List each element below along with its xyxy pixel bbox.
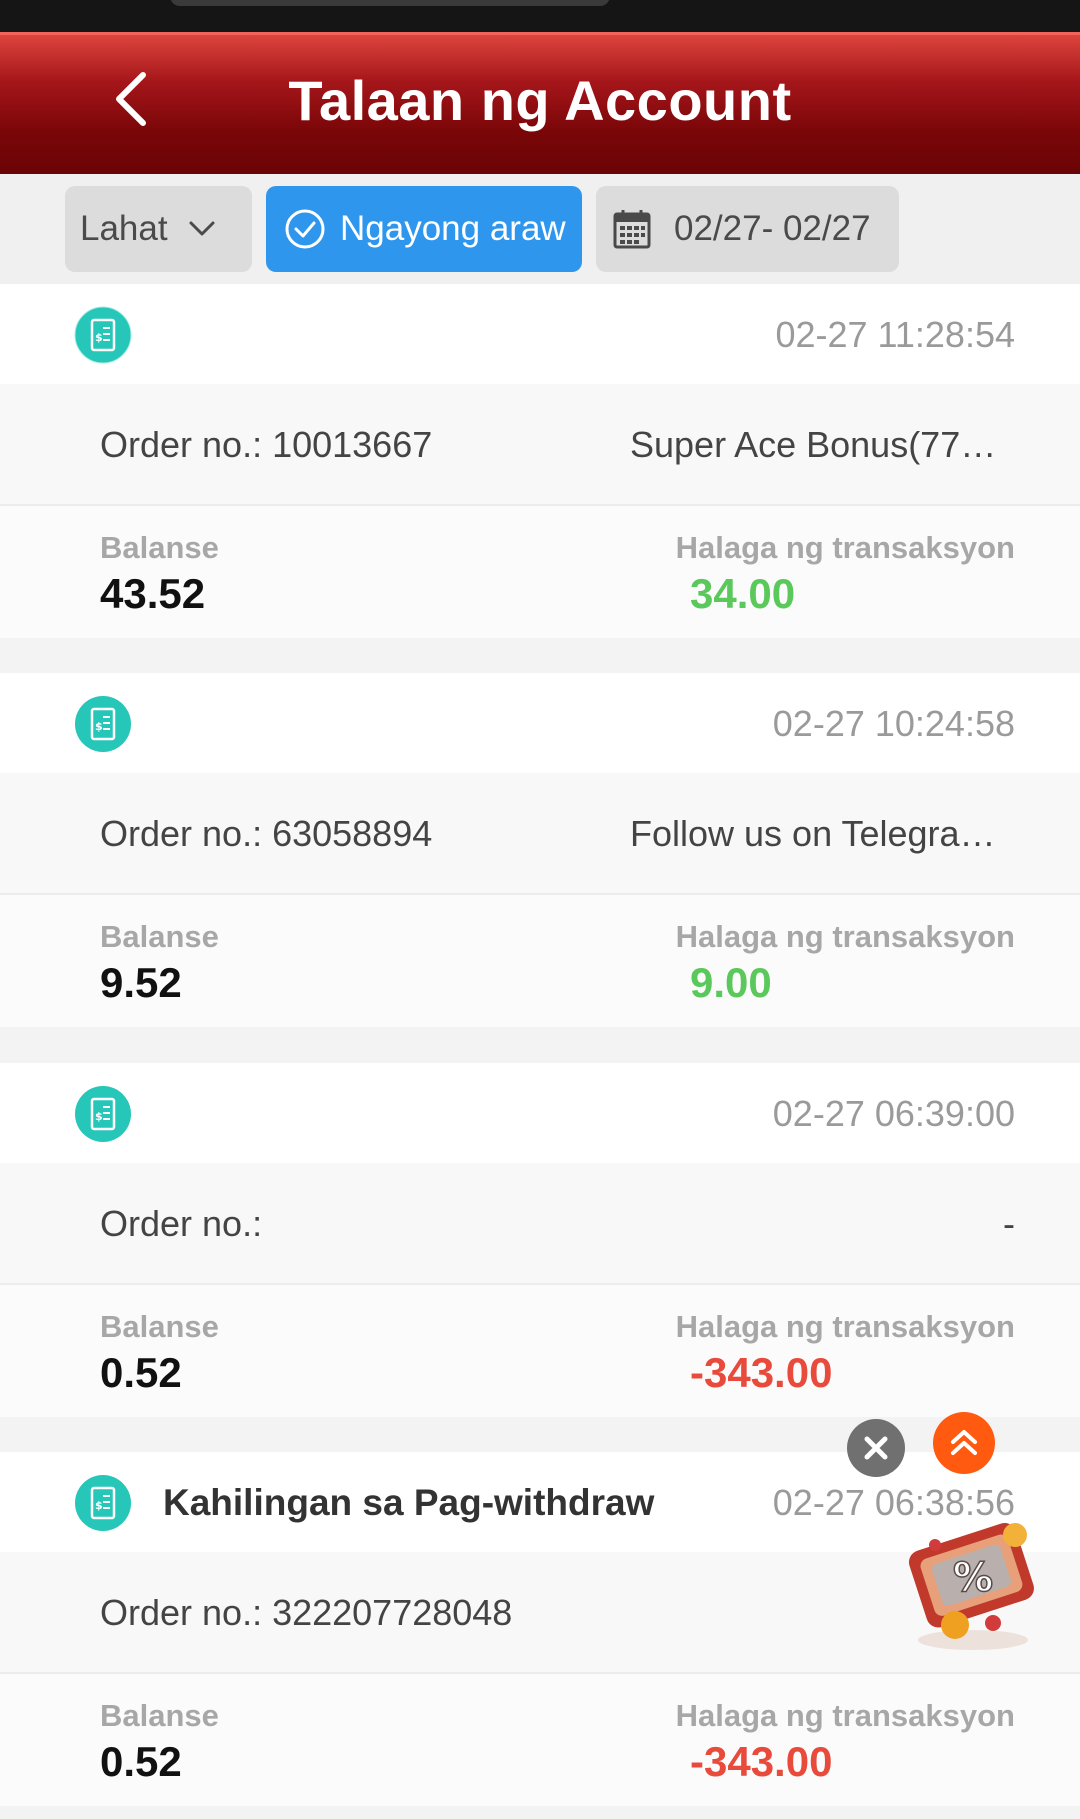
date-range-picker[interactable]: 02/27- 02/27 [596,186,899,272]
close-promo-button[interactable] [847,1419,905,1477]
app-header: Talaan ng Account [0,32,1080,174]
amount-value: 34.00 [690,570,796,617]
record-card[interactable]: $ 02-27 11:28:54 Order no.: 10013667 Sup… [0,284,1080,638]
record-header: $ 02-27 10:24:58 [0,673,1080,773]
record-card[interactable]: $ 02-27 06:39:00 Order no.: - Balanse 0.… [0,1063,1080,1417]
today-filter-label: Ngayong araw [340,209,566,248]
page-title: Talaan ng Account [288,69,792,132]
camera-notch [170,0,610,6]
svg-text:$: $ [95,1499,103,1512]
filter-bar: Lahat Ngayong araw 02/27- 02/27 [0,174,1080,284]
record-description: - [1003,1203,1015,1244]
today-filter-button[interactable]: Ngayong araw [266,186,582,272]
balance-label: Balanse [100,919,219,954]
record-description: Follow us on Telegra… [630,813,996,854]
status-bar [0,0,1080,32]
record-amount-row: Balanse 43.52 Halaga ng transaksyon 34.0… [0,506,1080,638]
record-card[interactable]: $ 02-27 10:24:58 Order no.: 63058894 Fol… [0,673,1080,1027]
promo-badge[interactable]: % [895,1505,1050,1655]
record-order-row: Order no.: - [0,1163,1080,1285]
record-order-row: Order no.: 63058894 Follow us on Telegra… [0,773,1080,895]
order-number: Order no.: [100,1203,263,1244]
balance-value: 43.52 [100,570,206,617]
double-chevron-up-icon [951,1430,977,1455]
check-circle-icon [285,209,325,249]
record-header: $ 02-27 06:39:00 [0,1063,1080,1163]
amount-label: Halaga ng transaksyon [675,530,1015,565]
svg-text:$: $ [95,331,103,344]
order-number: Order no.: 10013667 [100,424,433,465]
scroll-to-top-button[interactable] [933,1412,995,1474]
record-amount-row: Balanse 0.52 Halaga ng transaksyon -343.… [0,1674,1080,1806]
order-number: Order no.: 322207728048 [100,1592,513,1633]
balance-label: Balanse [100,530,219,565]
balance-value: 0.52 [100,1349,182,1396]
amount-value: -343.00 [690,1738,833,1785]
balance-label: Balanse [100,1698,219,1733]
balance-value: 9.52 [100,959,182,1006]
discount-gift-icon: % [908,1523,1034,1650]
amount-label: Halaga ng transaksyon [675,1698,1015,1733]
receipt-icon: $ [74,306,132,364]
record-time: 02-27 11:28:54 [775,314,1015,355]
record-order-row: Order no.: 10013667 Super Ace Bonus(77… [0,384,1080,506]
svg-text:%: % [953,1555,993,1601]
receipt-icon: $ [75,696,131,752]
category-filter-dropdown[interactable]: Lahat [65,186,252,272]
balance-label: Balanse [100,1309,219,1344]
date-range-label: 02/27- 02/27 [674,209,871,248]
amount-label: Halaga ng transaksyon [675,1309,1015,1344]
record-amount-row: Balanse 9.52 Halaga ng transaksyon 9.00 [0,895,1080,1027]
record-header: $ 02-27 11:28:54 [0,284,1080,384]
amount-label: Halaga ng transaksyon [675,919,1015,954]
close-icon [864,1436,888,1460]
record-amount-row: Balanse 0.52 Halaga ng transaksyon -343.… [0,1285,1080,1417]
record-time: 02-27 10:24:58 [772,703,1015,744]
svg-text:$: $ [95,720,103,733]
record-time: 02-27 06:39:00 [772,1093,1015,1134]
calendar-icon [613,210,651,249]
record-description: Super Ace Bonus(77… [630,424,997,465]
chevron-down-icon [189,221,215,236]
receipt-icon: $ [75,1086,131,1142]
amount-value: 9.00 [690,959,772,1006]
balance-value: 0.52 [100,1738,182,1785]
svg-text:$: $ [95,1110,103,1123]
receipt-icon: $ [75,1475,131,1531]
category-filter-label: Lahat [80,209,168,248]
record-title: Kahilingan sa Pag-withdraw [163,1482,655,1523]
order-number: Order no.: 63058894 [100,813,433,854]
amount-value: -343.00 [690,1349,833,1396]
